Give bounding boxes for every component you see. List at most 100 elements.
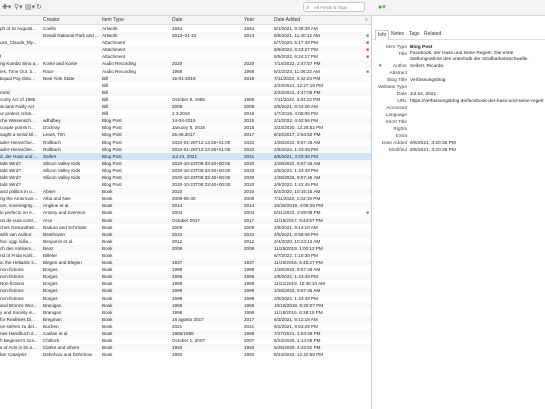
table-row[interactable]: ur protect crisis... Bill 2.3.2016 2016 1/7/… [0, 110, 371, 117]
title-cell: hoc oggi sulla... [0, 238, 32, 244]
date-cell: Jul 24, 2021 [172, 153, 198, 159]
tab-related[interactable]: Related [422, 30, 443, 39]
table-row[interactable]: hoc oggi sulla... Benjamin et al. Book 2012… [0, 238, 371, 245]
table-row[interactable]: sicians Fairly Act Bill 2008 2008 2/6/2021, … [0, 103, 371, 111]
table-row[interactable]: ph of St Augusti... Coello Artwork 1664 1664… [0, 25, 371, 32]
item-type-cell: Attachment [102, 47, 126, 53]
column-header-item-type[interactable]: Item Type [102, 16, 124, 24]
table-row[interactable]: non-fictions Borges Book 1999 1999 1/28/2022,… [0, 287, 371, 295]
date-cell: 2020-10-23T08:33:40+00:00 [172, 174, 231, 180]
sync-icon[interactable]: ●▾ [378, 3, 386, 11]
field-value[interactable]: Facebook, der Hass und seine Regeln: Die… [410, 51, 544, 62]
table-row[interactable]: s of Acts in its a... Clarke and others Bo… [0, 344, 371, 352]
date-added-cell: 6/2/2020, 10:15:15 AM [274, 189, 321, 195]
table-row[interactable]: non-fictions Borges Book 1999 1999 1/28/2022,… [0, 266, 371, 273]
date-added-cell: 8/2/2023, 11:06:22 AM [274, 68, 320, 74]
table-row[interactable]: for Realistes Di... Bregman Book 18 agosto … [0, 315, 371, 323]
date-cell: 1999 [172, 274, 183, 280]
date-added-cell: 2/1/2022, 4:42:56 PM [274, 118, 318, 124]
table-row[interactable]: h Beginner's Gui... Chitlock Book October 1… [0, 337, 371, 344]
table-row[interactable]: curity Act of 1985 Bill October 8, 1985 198… [0, 96, 371, 103]
column-header-year[interactable]: Year [244, 16, 254, 24]
creator-cell: Borges [43, 281, 58, 287]
table-row[interactable]: ches Gesundheit... Badura and Schröder Boo… [0, 224, 371, 231]
table-row[interactable]: a: the Hellastic s... Blegen and Blegen Bo… [0, 259, 371, 267]
tab-info[interactable]: Info [375, 30, 390, 40]
table-row[interactable]: Bill 2/23/2021, 12:27:19 PM [0, 82, 371, 89]
tab-notes[interactable]: Notes [389, 30, 406, 39]
new-note-icon[interactable]: ▤▾ [25, 3, 35, 11]
column-options-icon[interactable]: ≡ [365, 16, 368, 24]
table-row[interactable]: ought a serial kil... Lewis, Tim Blog Post… [0, 131, 371, 139]
table-row[interactable]: nes Handbuch d... Caslan et al. Book 1986/1… [0, 330, 371, 338]
table-row[interactable]: ader-Hierarchie... Rollbach Blog Post 2022-… [0, 139, 371, 146]
table-row[interactable]: non-fictions Borges Book 1999 1999 2/9/2022, … [0, 295, 371, 302]
table-row[interactable]: couple points h... Dockray Blog Post Januar… [0, 124, 371, 131]
column-header-date-added[interactable]: Date Added [274, 16, 300, 24]
creator-cell: Antony and Svenson [43, 210, 86, 216]
table-row[interactable]: and Bronze Wor... Branigan Book 1968 1968 10/… [0, 301, 371, 309]
year-cell: 1999 [244, 295, 255, 301]
table-row[interactable]: tabt Wird? Silicon Valley Kids Blog Post 20… [0, 167, 371, 174]
table-row[interactable]: Attachment 8/9/2022, 6:23:27 PM ■ [0, 46, 371, 54]
field-label: Item Type [386, 45, 407, 50]
field-value[interactable]: Jul 24, 2021 [410, 91, 544, 98]
item-type-cell: Book [102, 217, 113, 223]
title-cell: ber Catalysis [0, 352, 27, 358]
table-row[interactable]: Non-fictions Borges Book 1999 1999 11/21/2019… [0, 280, 371, 287]
table-row[interactable]: ies. Time Out. b... Race Audio Recording 19… [0, 68, 371, 75]
pdf-attachment-icon[interactable]: ■ [366, 39, 369, 46]
field-value[interactable]: Blog Post [410, 44, 544, 51]
date-cell: 2022-01-26T12:13:26+01:00 [172, 146, 231, 152]
field-value[interactable]: Verfassungsblog [410, 77, 544, 84]
table-row[interactable]: uss_Claude_My... Attachment 5/7/2020, 5:17… [0, 39, 371, 46]
date-added-cell: 5/25/2020, 4:23:52 PM [274, 345, 321, 351]
table-row[interactable]: ader-Hierarchie... Rollbach Blog Post 2022-… [0, 145, 371, 153]
table-row[interactable]: che Wissensch... adhdbey Blog Post 14-04-20… [0, 117, 371, 125]
table-row[interactable]: ch des Antisem... Benz Book 2008 2008 11/25/2… [0, 244, 371, 252]
table-row[interactable]: Equal Pay Disc... New York State Bill 15-01… [0, 74, 371, 82]
table-row[interactable]: lo perfecto no e... Antony and Svenson Boo… [0, 209, 371, 216]
table-row[interactable]: ber Catalysis Dehnhow and Dehnhow Book 1993… [0, 351, 371, 358]
field-value[interactable]: Seifert, Ricarda [410, 63, 544, 70]
table-row[interactable]: tabt Wird? Silicon Valley Kids Blog Post 20… [0, 173, 371, 182]
locate-icon[interactable]: ↻ [36, 3, 42, 11]
table-row[interactable]: f Attachment 8/9/2022, 6:24:17 PM ■ [0, 53, 371, 60]
pdf-attachment-icon[interactable]: ■ [366, 53, 369, 60]
table-row[interactable]: tabt Wird? Blog Post 2020-10-23T08:33:40+0… [0, 181, 371, 188]
creator-cell: Silicon Valley Kids [43, 174, 81, 180]
table-row[interactable]: om, sovereignty... Angline et al. Book 2014… [0, 202, 371, 210]
table-row[interactable]: y and Society in... Branigan Book 1998 1998 1… [0, 309, 371, 316]
field-value[interactable]: https://verfassungsblog.de/facebook-der-… [410, 98, 544, 105]
table-row[interactable]: ng Kumbo Sina a... Konte and Konte Audio R… [0, 60, 371, 68]
column-header-date[interactable]: Date [172, 16, 183, 24]
attachment-icon[interactable]: ■ [366, 32, 369, 39]
new-item-icon[interactable]: ✚▾ [2, 3, 11, 11]
table-row[interactable]: ng the American-... Alba and Nee Book 2009-… [0, 195, 371, 202]
attachment-icon[interactable]: ■ [366, 209, 369, 216]
field-value[interactable]: 8/6/2021, 3:20:36 PM [410, 140, 544, 147]
table-row[interactable]: ne stehen zu del... Buchen Book 2021 2021 9/2… [0, 323, 371, 330]
table-row[interactable]: nd of Frida Kahl... Billeter Book 6/7/2022,… [0, 252, 371, 259]
search-input[interactable]: ⌕ All Fields & Tags [303, 2, 365, 12]
date-added-cell: 9/2/2021, 9:53:28 PM [274, 323, 318, 329]
column-header-creator[interactable]: Creator [43, 16, 60, 24]
date-cell: 14-04-2015 [172, 118, 196, 124]
add-attachment-icon[interactable]: ⚲▾ [14, 3, 23, 11]
table-row[interactable]: roetz Bill 2/23/2021, 4:47:08 PM [0, 88, 371, 96]
table-row[interactable]: tabt Wird? Silicon Valley Kids Blog Post 20… [0, 159, 371, 167]
table-row[interactable]: on de cura contr... Arce Book October 2017 2… [0, 216, 371, 224]
table-row[interactable]: d, der Hass und ... Seifert Blog Post Jul 2… [0, 152, 371, 160]
tab-tags[interactable]: Tags [407, 30, 422, 39]
pdf-attachment-icon[interactable]: ■ [366, 46, 369, 53]
date-added-cell: 6/7/2022, 1:10:30 PM [274, 253, 318, 258]
field-value[interactable]: 8/6/2021, 3:20:36 PM [410, 147, 544, 154]
year-cell: 2019 [244, 75, 255, 81]
table-row[interactable]: and politics in u... Abner Book 2010 2010 6/2… [0, 188, 371, 196]
creator-type-toggle-icon[interactable]: ▾ [379, 63, 381, 70]
table-row[interactable]: non-fictions Borges Book 1999 1999 2/9/2022, … [0, 273, 371, 281]
attachment-icon[interactable]: ■ [366, 68, 369, 75]
creator-cell: Dockray [43, 125, 60, 131]
table-row[interactable]: with van Author Beethoven Book 2022 2022 4/5/… [0, 230, 371, 238]
table-row[interactable]: Denali National Park and ... Artwork 2013–… [0, 32, 371, 40]
